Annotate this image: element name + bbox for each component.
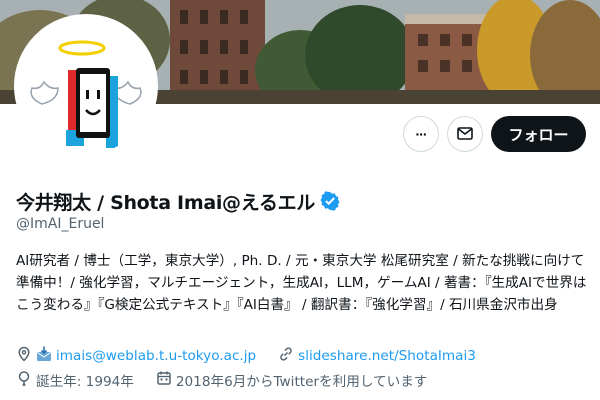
handle: @ImAI_Eruel bbox=[16, 216, 105, 232]
calendar-icon bbox=[156, 370, 172, 390]
display-name: 今井翔太 / Shota Imai@えるエル bbox=[16, 191, 315, 214]
location-icon bbox=[16, 346, 32, 366]
verified-icon[interactable] bbox=[320, 191, 340, 211]
email-link[interactable]: imais@weblab.t.u-tokyo.ac.jp bbox=[56, 348, 256, 364]
avatar[interactable] bbox=[14, 14, 158, 158]
more-button[interactable]: ··· bbox=[403, 116, 439, 152]
meta-row-1: imais@weblab.t.u-tokyo.ac.jp slideshare.… bbox=[16, 346, 476, 366]
message-button[interactable] bbox=[447, 116, 483, 152]
birthday-icon bbox=[16, 370, 32, 390]
more-icon: ··· bbox=[415, 126, 428, 142]
name-row: 今井翔太 / Shota Imai@えるエル bbox=[16, 188, 340, 214]
link-icon bbox=[278, 346, 294, 366]
bio: AI研究者 / 博士（工学，東京大学）, Ph. D. / 元・東京大学 松尾研… bbox=[16, 253, 587, 313]
follow-button[interactable]: フォロー bbox=[491, 116, 586, 152]
mail-icon bbox=[456, 124, 474, 145]
joined-text: 2018年6月からTwitterを利用しています bbox=[175, 374, 428, 390]
meta-row-2: 誕生年: 1994年 2018年6月からTwitterを利用しています bbox=[16, 370, 427, 390]
email-emoji-icon bbox=[36, 346, 52, 366]
birthday-text: 誕生年: 1994年 bbox=[36, 374, 134, 390]
website-link[interactable]: slideshare.net/ShotaImai3 bbox=[298, 348, 476, 364]
